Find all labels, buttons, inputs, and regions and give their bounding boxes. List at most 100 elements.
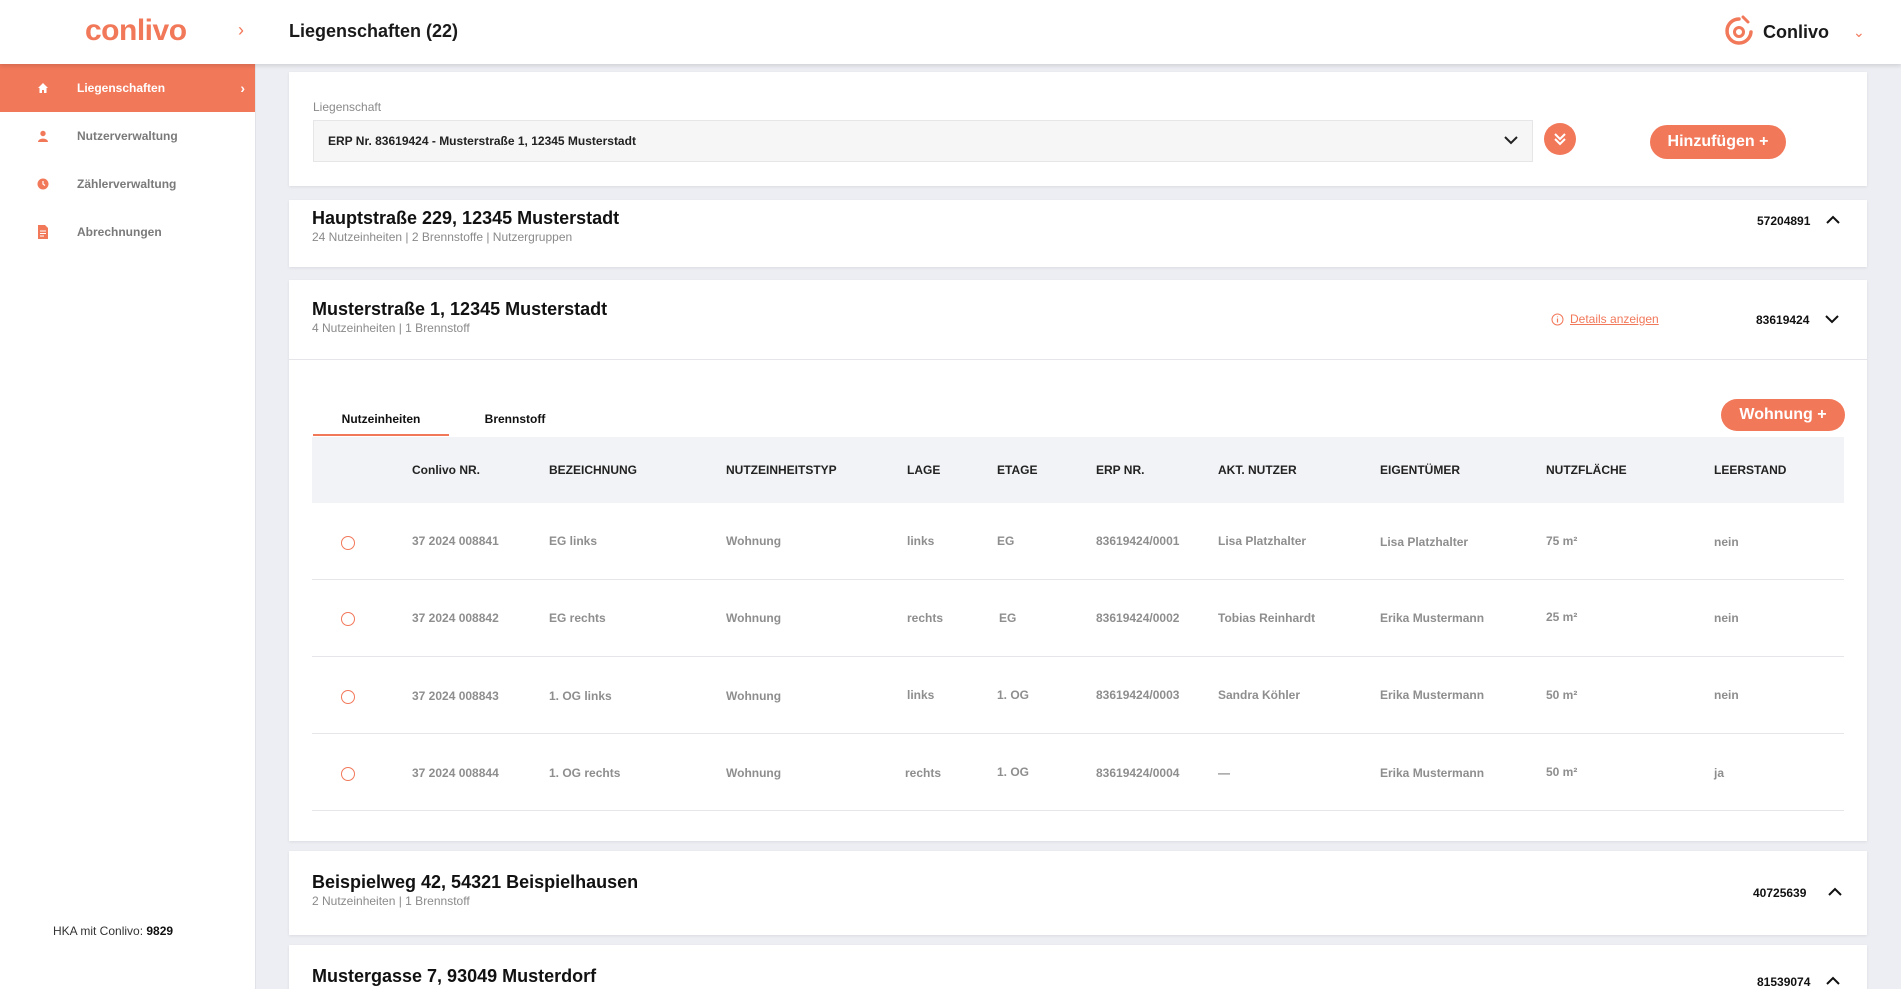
hka-counter-value: 9829 bbox=[146, 924, 174, 938]
cell-erp-nr: 83619424/0002 bbox=[1096, 611, 1180, 625]
chevron-down-icon: ⌄ bbox=[1853, 23, 1865, 40]
hka-counter: HKA mit Conlivo: 9829 bbox=[53, 924, 173, 938]
sidebar-item-zaehlerverwaltung[interactable]: Zählerverwaltung bbox=[0, 160, 255, 208]
chevron-up-icon[interactable] bbox=[1827, 884, 1843, 900]
column-header[interactable]: ETAGE bbox=[997, 463, 1037, 477]
cell-akt-nutzer: — bbox=[1218, 766, 1230, 780]
sidebar-item-label: Liegenschaften bbox=[77, 81, 166, 95]
chevron-up-icon[interactable] bbox=[1825, 973, 1841, 989]
row-select-radio[interactable] bbox=[341, 767, 355, 781]
column-header[interactable]: LEERSTAND bbox=[1714, 463, 1786, 477]
table-row[interactable]: 37 2024 008843 1. OG links Wohnung links… bbox=[312, 657, 1844, 734]
property-title: Hauptstraße 229, 12345 Musterstadt bbox=[312, 208, 620, 228]
filter-card: Liegenschaft ERP Nr. 83619424 - Musterst… bbox=[289, 72, 1867, 186]
cell-etage: 1. OG bbox=[997, 765, 1030, 779]
table-row[interactable]: 37 2024 008842 EG rechts Wohnung rechts … bbox=[312, 580, 1844, 657]
property-title: Mustergasse 7, 93049 Musterdorf bbox=[312, 966, 597, 986]
cell-lage: links bbox=[907, 534, 935, 548]
sidebar-item-abrechnungen[interactable]: Abrechnungen bbox=[0, 208, 255, 256]
tab-brennstoff[interactable]: Brennstoff bbox=[447, 412, 583, 426]
chevron-up-icon[interactable] bbox=[1825, 212, 1841, 228]
cell-lage: rechts bbox=[907, 611, 944, 625]
sidebar-item-label: Abrechnungen bbox=[77, 225, 162, 239]
details-anzeigen-link[interactable]: Details anzeigen bbox=[1551, 312, 1659, 326]
cell-bezeichnung: 1. OG rechts bbox=[549, 766, 621, 780]
property-card[interactable]: Mustergasse 7, 93049 Musterdorf 81539074 bbox=[289, 945, 1867, 989]
table-row[interactable]: 37 2024 008841 EG links Wohnung links EG… bbox=[312, 503, 1844, 580]
sidebar-toggle-chevron-icon[interactable]: › bbox=[238, 20, 244, 41]
cell-nutzeinheitstyp: Wohnung bbox=[726, 534, 782, 548]
property-title: Beispielweg 42, 54321 Beispielhausen bbox=[312, 872, 639, 892]
user-name: Conlivo bbox=[1763, 21, 1829, 42]
cell-eigentuemer: Erika Mustermann bbox=[1380, 766, 1485, 780]
row-select-radio[interactable] bbox=[341, 612, 355, 626]
cell-erp-nr: 83619424/0003 bbox=[1096, 688, 1180, 702]
column-header[interactable]: AKT. NUTZER bbox=[1218, 463, 1297, 477]
tab-nutzeinheiten[interactable]: Nutzeinheiten bbox=[313, 412, 449, 426]
cell-bezeichnung: EG links bbox=[549, 534, 598, 548]
home-icon bbox=[36, 81, 50, 95]
cell-bezeichnung: 1. OG links bbox=[549, 689, 612, 703]
property-title: Musterstraße 1, 12345 Musterstadt bbox=[312, 299, 608, 319]
conlivo-brand-icon bbox=[1725, 15, 1753, 45]
cell-nutzflaeche: 25 m² bbox=[1546, 610, 1578, 624]
row-select-radio[interactable] bbox=[341, 690, 355, 704]
cell-erp-nr: 83619424/0004 bbox=[1096, 766, 1180, 780]
sidebar-item-label: Zählerverwaltung bbox=[77, 177, 177, 191]
cell-etage: EG bbox=[999, 611, 1017, 625]
row-select-radio[interactable] bbox=[341, 536, 355, 550]
user-menu[interactable]: Conlivo ⌄ bbox=[1725, 12, 1865, 52]
sidebar-item-label: Nutzerverwaltung bbox=[77, 129, 178, 143]
cell-leerstand: nein bbox=[1714, 688, 1739, 702]
cell-akt-nutzer: Lisa Platzhalter bbox=[1218, 534, 1307, 548]
cell-lage: links bbox=[907, 688, 935, 702]
cell-nutzeinheitstyp: Wohnung bbox=[726, 689, 782, 703]
chevron-down-icon bbox=[1504, 136, 1518, 145]
cell-bezeichnung: EG rechts bbox=[549, 611, 606, 625]
table-header: Conlivo NR. BEZEICHNUNG NUTZEINHEITSTYP … bbox=[312, 437, 1844, 503]
sidebar-item-nutzerverwaltung[interactable]: Nutzerverwaltung bbox=[0, 112, 255, 160]
column-header[interactable]: Conlivo NR. bbox=[412, 463, 480, 477]
expand-all-button[interactable] bbox=[1544, 123, 1576, 155]
cell-etage: EG bbox=[997, 534, 1015, 548]
cell-nutzflaeche: 50 m² bbox=[1546, 688, 1578, 702]
divider bbox=[289, 359, 1867, 360]
property-number: 81539074 bbox=[1757, 975, 1811, 989]
cell-eigentuemer: Lisa Platzhalter bbox=[1380, 535, 1469, 549]
column-header[interactable]: LAGE bbox=[907, 463, 940, 477]
hinzufuegen-button[interactable]: Hinzufügen + bbox=[1650, 125, 1786, 159]
column-header[interactable]: BEZEICHNUNG bbox=[549, 463, 637, 477]
cell-erp-nr: 83619424/0001 bbox=[1096, 534, 1180, 548]
column-header[interactable]: NUTZEINHEITSTYP bbox=[726, 463, 837, 477]
cell-akt-nutzer: Tobias Reinhardt bbox=[1218, 611, 1316, 625]
cell-conlivo-nr: 37 2024 008841 bbox=[412, 534, 499, 548]
cell-leerstand: nein bbox=[1714, 611, 1739, 625]
property-card[interactable]: Beispielweg 42, 54321 Beispielhausen 2 N… bbox=[289, 851, 1867, 935]
active-tab-indicator bbox=[313, 434, 449, 436]
property-card[interactable]: Hauptstraße 229, 12345 Musterstadt 24 Nu… bbox=[289, 200, 1867, 267]
property-number: 57204891 bbox=[1757, 214, 1811, 228]
table-row[interactable]: 37 2024 008844 1. OG rechts Wohnung rech… bbox=[312, 734, 1844, 811]
hka-counter-label: HKA mit Conlivo: bbox=[53, 924, 144, 938]
chevron-down-icon[interactable] bbox=[1824, 311, 1840, 327]
brand-logo[interactable]: conlivo bbox=[85, 14, 187, 48]
liegenschaft-select[interactable]: ERP Nr. 83619424 - Musterstraße 1, 12345… bbox=[313, 120, 1533, 162]
sidebar-item-liegenschaften[interactable]: Liegenschaften › bbox=[0, 64, 255, 112]
cell-akt-nutzer: Sandra Köhler bbox=[1218, 688, 1301, 702]
cell-leerstand: nein bbox=[1714, 535, 1739, 549]
wohnung-add-button[interactable]: Wohnung + bbox=[1721, 399, 1845, 431]
cell-nutzflaeche: 50 m² bbox=[1546, 765, 1578, 779]
clock-icon bbox=[36, 177, 50, 191]
liegenschaft-select-value: ERP Nr. 83619424 - Musterstraße 1, 12345… bbox=[328, 134, 636, 148]
column-header[interactable]: ERP NR. bbox=[1096, 463, 1144, 477]
document-icon bbox=[36, 225, 50, 239]
cell-conlivo-nr: 37 2024 008842 bbox=[412, 611, 499, 625]
property-number: 40725639 bbox=[1753, 886, 1807, 900]
column-header[interactable]: NUTZFLÄCHE bbox=[1546, 463, 1627, 477]
info-icon bbox=[1551, 313, 1564, 325]
cell-leerstand: ja bbox=[1714, 766, 1725, 780]
property-card-expanded: Musterstraße 1, 12345 Musterstadt 4 Nutz… bbox=[289, 280, 1867, 841]
cell-conlivo-nr: 37 2024 008843 bbox=[412, 689, 499, 703]
column-header[interactable]: EIGENTÜMER bbox=[1380, 463, 1460, 477]
user-icon bbox=[36, 129, 50, 143]
